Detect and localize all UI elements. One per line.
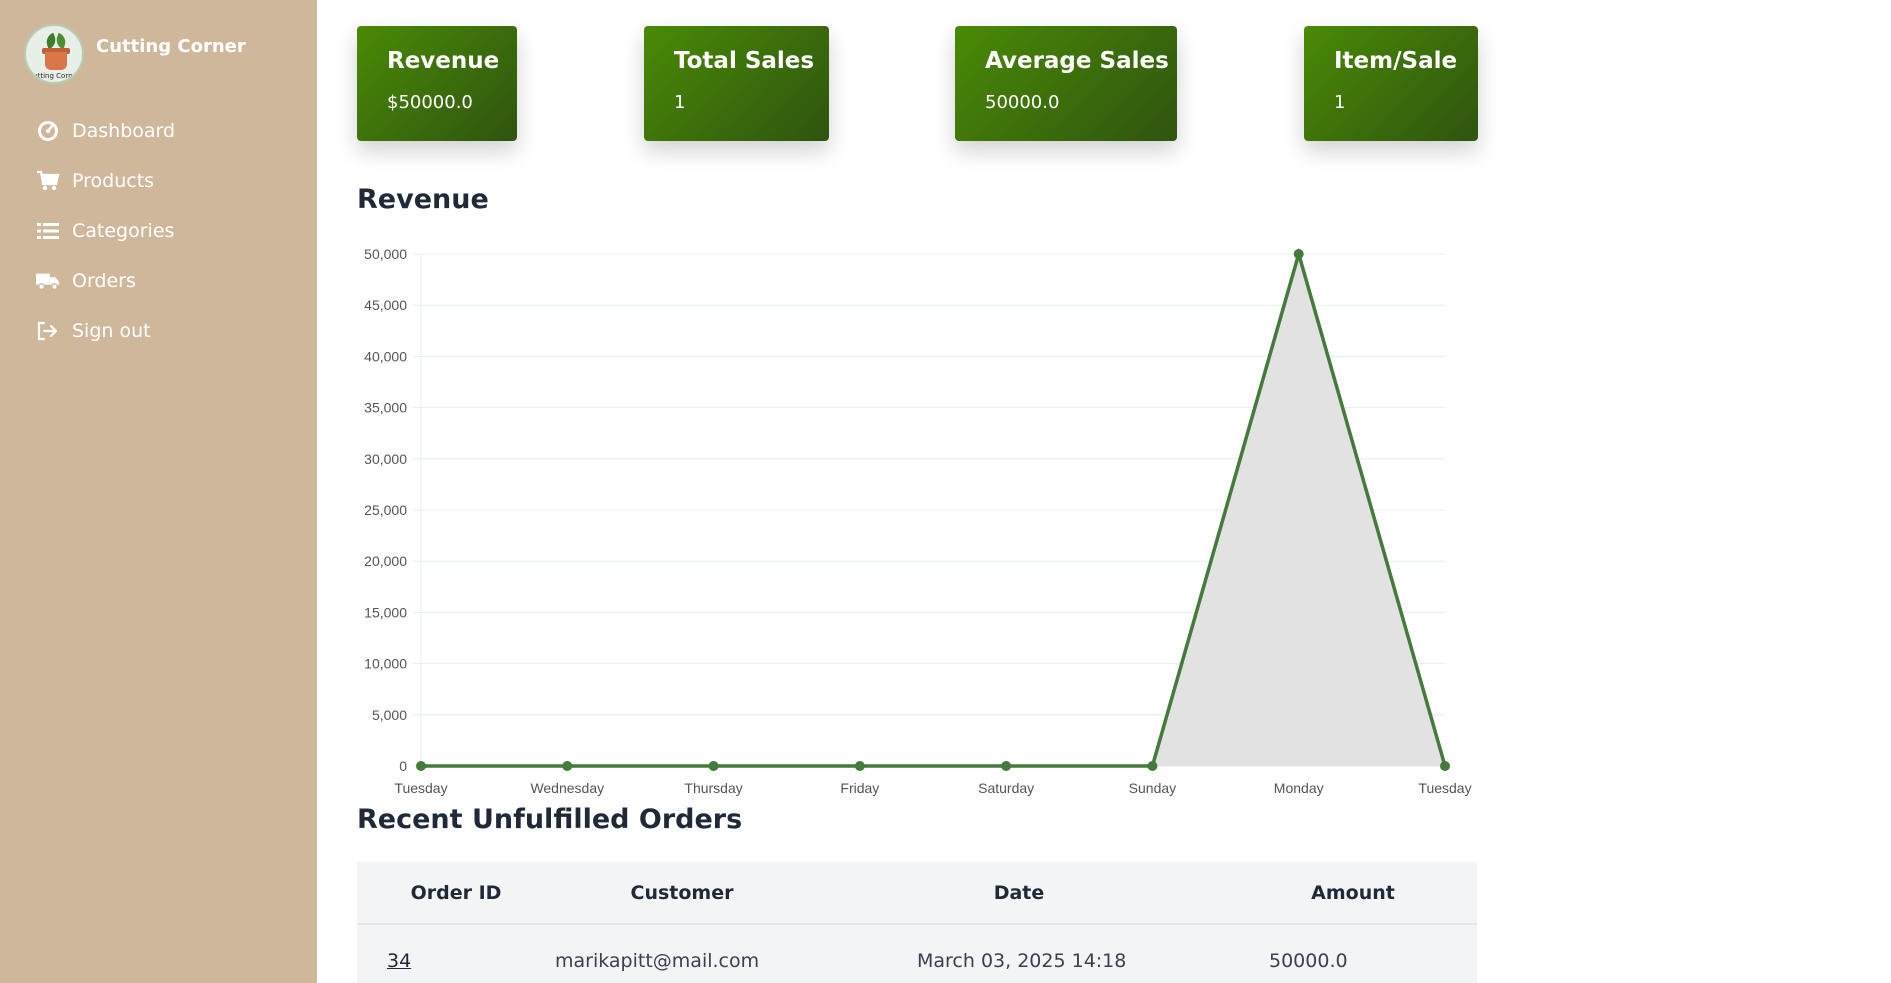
date-cell: March 03, 2025 14:18 (917, 949, 1127, 972)
data-point[interactable] (1001, 761, 1012, 771)
amount-cell: 50000.0 (1269, 949, 1348, 972)
table-row: 34 marikapitt@mail.com March 03, 2025 14… (357, 924, 1477, 983)
x-tick-label: Wednesday (530, 780, 604, 796)
customer-cell: marikapitt@mail.com (555, 949, 760, 972)
data-point[interactable] (708, 761, 719, 771)
stat-card-title: Total Sales (674, 48, 815, 74)
sidebar: Cutting Corner Cutting Corner Dashboard … (0, 0, 317, 983)
column-header-order-id: Order ID (410, 881, 502, 904)
gauge-icon (36, 120, 60, 142)
data-point[interactable] (416, 761, 426, 771)
column-header-date: Date (993, 881, 1045, 904)
sidebar-item-categories[interactable]: Categories (36, 206, 175, 256)
stat-card-average-sales: Average Sales 50000.0 (955, 26, 1177, 141)
y-tick-label: 10,000 (364, 656, 407, 672)
sidebar-item-label: Sign out (72, 320, 151, 342)
y-tick-label: 50,000 (364, 246, 407, 262)
brand-logo: Cutting Corner (24, 24, 84, 84)
stat-card-value: 50000.0 (985, 92, 1060, 113)
revenue-section-title: Revenue (357, 184, 489, 215)
sidebar-item-dashboard[interactable]: Dashboard (36, 106, 175, 156)
data-point[interactable] (854, 761, 865, 771)
x-tick-label: Sunday (1129, 780, 1176, 796)
sign-out-icon (36, 320, 60, 342)
sidebar-item-products[interactable]: Products (36, 156, 175, 206)
column-header-customer: Customer (630, 881, 734, 904)
brand[interactable]: Cutting Corner Cutting Corner (24, 24, 246, 84)
y-tick-label: 0 (399, 758, 407, 774)
x-tick-label: Thursday (684, 780, 742, 796)
stat-cards: Revenue $50000.0 Total Sales 1 Average S… (357, 26, 1478, 142)
truck-icon (36, 270, 60, 292)
data-point[interactable] (562, 761, 573, 771)
data-point[interactable] (1147, 761, 1158, 771)
brand-name: Cutting Corner (96, 35, 246, 57)
orders-table: Order ID Customer Date Amount 34 marikap… (357, 862, 1477, 983)
stat-card-title: Revenue (387, 48, 500, 74)
sidebar-item-label: Products (72, 170, 155, 192)
y-tick-label: 15,000 (364, 604, 407, 620)
logo-text: Cutting Corner (28, 72, 80, 80)
orders-section-title: Recent Unfulfilled Orders (357, 804, 743, 835)
x-tick-label: Tuesday (394, 780, 447, 796)
stat-card-value: $50000.0 (387, 92, 473, 113)
order-id-link[interactable]: 34 (387, 950, 411, 972)
stat-card-value: 1 (1334, 92, 1346, 113)
sidebar-nav: Dashboard Products Categories Orders Sig… (36, 106, 175, 356)
column-header-amount: Amount (1311, 881, 1395, 904)
stat-card-total-sales: Total Sales 1 (644, 26, 829, 141)
stat-card-item-per-sale: Item/Sale 1 (1304, 26, 1478, 141)
y-tick-label: 45,000 (364, 297, 407, 313)
stat-card-title: Average Sales (985, 48, 1169, 74)
y-tick-label: 30,000 (364, 451, 407, 467)
x-tick-label: Tuesday (1418, 780, 1471, 796)
data-point[interactable] (1440, 761, 1450, 771)
x-tick-label: Saturday (978, 780, 1034, 796)
sidebar-item-label: Dashboard (72, 120, 176, 142)
y-tick-label: 40,000 (364, 348, 407, 364)
y-tick-label: 25,000 (364, 502, 407, 518)
data-point[interactable] (1293, 249, 1304, 259)
stat-card-value: 1 (674, 92, 686, 113)
sidebar-item-label: Categories (72, 220, 175, 242)
list-icon (36, 220, 60, 242)
sidebar-item-sign-out[interactable]: Sign out (36, 306, 175, 356)
sidebar-item-orders[interactable]: Orders (36, 256, 175, 306)
orders-table-container: Order ID Customer Date Amount 34 marikap… (357, 862, 1477, 983)
x-tick-label: Monday (1274, 780, 1324, 796)
stat-card-title: Item/Sale (1334, 48, 1458, 74)
y-tick-label: 20,000 (364, 553, 407, 569)
x-tick-label: Friday (840, 780, 879, 796)
y-tick-label: 5,000 (372, 707, 407, 723)
cart-icon (36, 170, 60, 192)
sidebar-item-label: Orders (72, 270, 136, 292)
y-tick-label: 35,000 (364, 400, 407, 416)
stat-card-revenue: Revenue $50000.0 (357, 26, 517, 141)
revenue-chart: 0 5,000 10,000 15,000 20,000 25,000 30,000 35,0… (364, 246, 1471, 796)
order-id-cell: 34 (357, 924, 555, 983)
table-header-row: Order ID Customer Date Amount (357, 862, 1477, 924)
